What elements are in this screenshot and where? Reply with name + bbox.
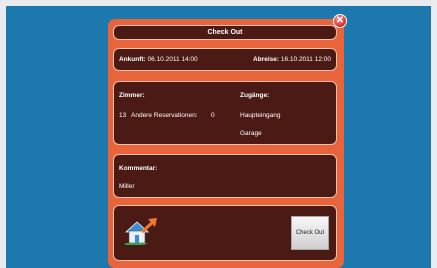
room-number: 13 [119,112,127,119]
actions-panel: Check Out [113,205,337,261]
arrival: Ankunft: 06.10.2011 14:00 [119,49,198,70]
comment-label: Kommentar: [119,165,158,172]
dialog-title: Check Out [207,29,243,36]
rooms-label: Zimmer: [119,92,145,99]
rooms-panel: Zimmer: 13 Andere Reservationen: 0 Zugän… [113,81,337,145]
access-item: Haupteingang [240,112,281,119]
access-item: Garage [240,130,262,137]
other-reservations-value: 0 [211,112,215,119]
checkout-dialog: ✕ Check Out Ankunft: 06.10.2011 14:00 Ab… [108,14,347,268]
access-label: Zugänge: [240,92,270,99]
departure-value: 16.10.2011 12:00 [280,56,331,63]
dialog-title-bar: Check Out [113,25,337,40]
comment-value: Miller [119,183,135,190]
comment-panel: Kommentar: Miller [113,154,337,198]
departure-label: Abreise: [253,56,280,63]
house-exit-icon[interactable] [124,216,158,246]
departure: Abreise: 16.10.2011 12:00 [253,49,331,70]
arrival-value: 06.10.2011 14:00 [147,56,198,63]
dates-panel: Ankunft: 06.10.2011 14:00 Abreise: 16.10… [113,48,337,71]
other-reservations-label: Andere Reservationen: [131,112,198,119]
arrival-label: Ankunft: [119,56,146,63]
checkout-button[interactable]: Check Out [291,216,329,250]
